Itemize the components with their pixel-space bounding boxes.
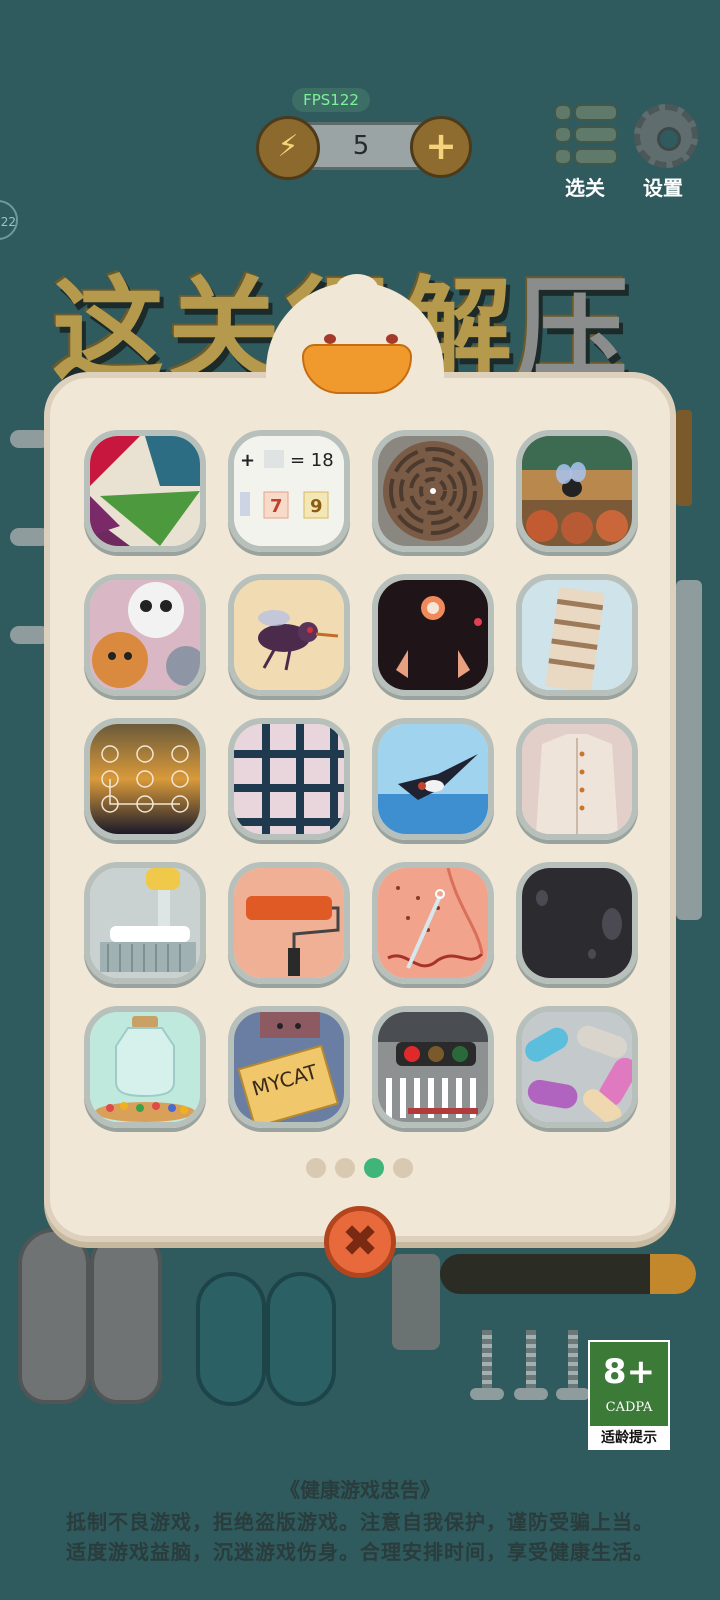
screw [568,1330,578,1388]
screw-head [556,1388,590,1400]
clamp [392,1254,440,1350]
age-rating-badge: 8+ CADPA 适龄提示 [588,1340,670,1450]
age-rating-tip: 适龄提示 [590,1426,668,1450]
screw-head [470,1388,504,1400]
wall-hook [676,410,692,506]
animal-faces-art [90,580,200,690]
level-tile[interactable] [228,718,350,840]
level-tile[interactable] [516,718,638,840]
dark-creature-art [378,580,488,690]
screw-head [514,1388,548,1400]
candy-jar-art [90,1012,200,1122]
level-tile[interactable] [84,718,206,840]
mosquito-art [234,580,344,690]
fly-on-shelf-art [522,436,632,546]
level-tile[interactable] [84,1006,206,1128]
traffic-light-art [378,1012,488,1122]
window-grid-art [234,724,344,834]
level-tile[interactable] [84,862,206,984]
fps-counter: FPS122 [292,88,370,112]
paint-roller-art [234,868,344,978]
gray-slipper [90,1228,162,1404]
maze-art [378,436,488,546]
game-title-part2: 压 [516,266,632,380]
math-equation-art: + = 18 7 9 [234,436,344,546]
level-select-label: 选关 [565,176,605,200]
pattern-lock-art [90,724,200,834]
level-tile[interactable] [516,1006,638,1128]
level-select-button[interactable]: 选关 [548,104,622,200]
gear-icon [634,104,698,168]
level-tile[interactable] [372,574,494,696]
screw [482,1330,492,1388]
svg-text:+: + [240,450,255,471]
age-rating-number: 8+ [602,1352,656,1392]
page-dot[interactable] [306,1158,326,1178]
level-tile[interactable] [372,1006,494,1128]
page-dot[interactable] [335,1158,355,1178]
dark-stain-art [522,868,632,978]
age-rating-org: CADPA [605,1400,653,1415]
wall-rail [676,580,702,920]
health-advisory: 《健康游戏忠告》 抵制不良游戏，拒绝盗版游戏。注意自我保护，谨防受骗上当。 适度… [0,1474,720,1567]
toothbrush-art [90,868,200,978]
blue-slipper [266,1272,336,1406]
mycat-box-art: MYCAT [234,1012,344,1122]
lightning-icon: ⚡ [256,116,320,180]
screwdriver-grip [650,1254,696,1294]
level-tile[interactable] [84,574,206,696]
settings-label: 设置 [643,176,683,200]
list-icon [554,104,618,166]
svg-text:7: 7 [270,496,283,517]
settings-button[interactable]: 设置 [626,104,706,200]
gray-slipper [18,1228,90,1404]
page-indicator [306,1158,416,1180]
level-picker-panel: + = 18 7 9 MYCAT [44,372,676,1242]
level-tile[interactable] [228,574,350,696]
page-dot-active[interactable] [364,1158,384,1178]
leaning-tower-art [522,580,632,690]
level-tile[interactable] [372,430,494,552]
svg-text:= 18: = 18 [290,450,334,471]
swallow-art [378,724,488,834]
nose-blackhead-art [378,868,488,978]
level-tile[interactable]: + = 18 7 9 [228,430,350,552]
level-tile[interactable]: MYCAT [228,1006,350,1128]
svg-text:9: 9 [310,496,323,517]
add-energy-button[interactable]: + [410,116,472,178]
advisory-title: 《健康游戏忠告》 [280,1478,440,1502]
screw [526,1330,536,1388]
level-tile[interactable] [516,574,638,696]
level-tile[interactable] [228,862,350,984]
level-tile[interactable] [372,718,494,840]
close-button[interactable]: ✖ [324,1206,396,1278]
advisory-line: 适度游戏益脑，沉迷游戏伤身。合理安排时间，享受健康生活。 [66,1540,654,1564]
slippers-art [522,1012,632,1122]
page-dot[interactable] [393,1158,413,1178]
side-badge[interactable]: 22 [0,200,18,240]
blue-slipper [196,1272,266,1406]
shirt-art [522,724,632,834]
level-tile[interactable] [372,862,494,984]
level-tile[interactable] [516,862,638,984]
geometric-shapes-art [90,436,200,546]
level-tile[interactable] [516,430,638,552]
level-tile[interactable] [84,430,206,552]
close-icon: ✖ [341,1216,379,1267]
advisory-line: 抵制不良游戏，拒绝盗版游戏。注意自我保护，谨防受骗上当。 [66,1510,654,1534]
energy-bar: 5 ⚡ + [256,116,472,180]
